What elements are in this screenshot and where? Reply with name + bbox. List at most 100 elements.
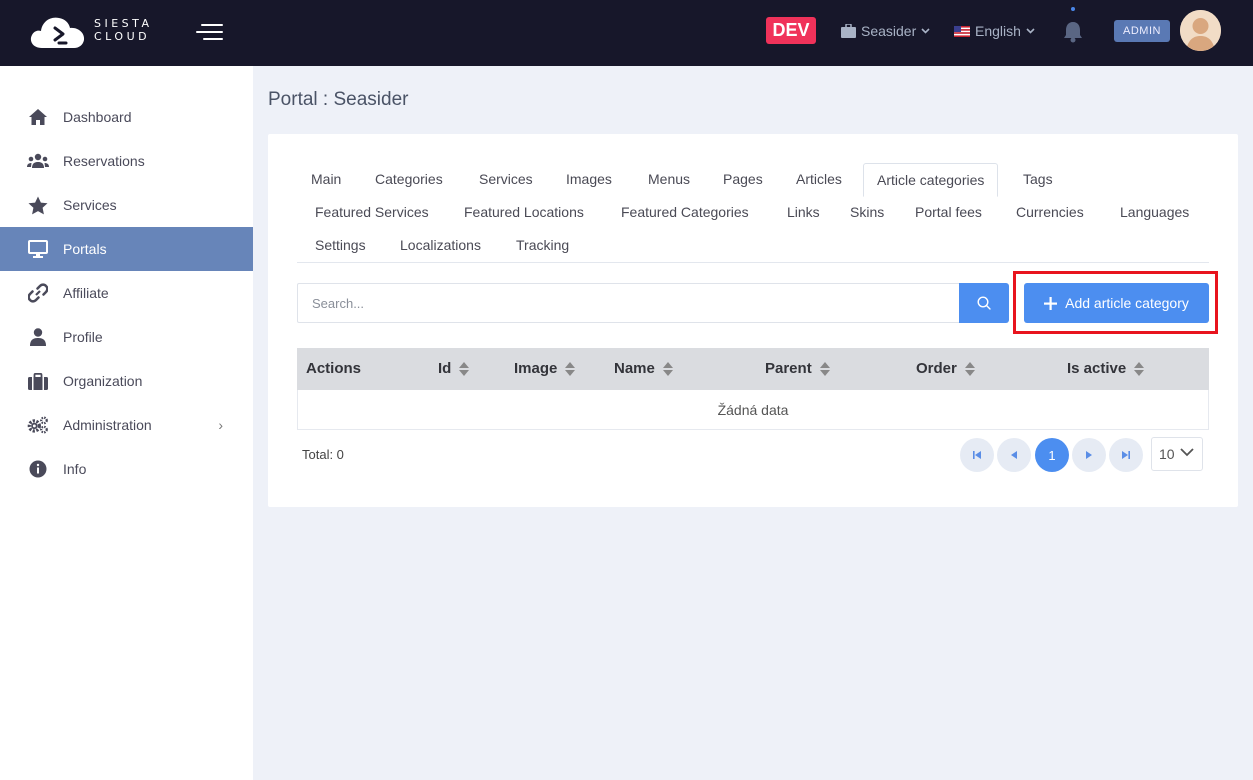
first-page-icon (973, 451, 981, 459)
column-header-is-active[interactable]: Is active (1067, 348, 1145, 390)
sidebar-item-label: Portals (63, 241, 107, 257)
tab-skins[interactable]: Skins (850, 197, 884, 227)
sidebar-item-label: Administration (63, 417, 152, 433)
sidebar-item-dashboard[interactable]: Dashboard (0, 95, 253, 139)
tab-currencies[interactable]: Currencies (1016, 197, 1084, 227)
search-input[interactable] (297, 283, 959, 323)
language-name: English (975, 23, 1021, 39)
sort-icon (459, 362, 470, 376)
logo-line-1: SIESTA (94, 17, 153, 30)
chevron-down-icon (1180, 448, 1194, 457)
sidebar-item-label: Affiliate (63, 285, 109, 301)
language-selector[interactable]: English (954, 21, 1035, 41)
sort-icon (1134, 362, 1145, 376)
sidebar-item-label: Organization (63, 373, 143, 389)
column-header-order[interactable]: Order (916, 348, 975, 390)
add-article-category-button[interactable]: Add article category (1024, 283, 1209, 323)
sidebar-item-administration[interactable]: Administration › (0, 403, 253, 447)
column-header-actions: Actions (306, 348, 361, 390)
column-header-id[interactable]: Id (438, 348, 470, 390)
tab-services[interactable]: Services (479, 164, 533, 194)
table-header: Actions Id Image Name Parent Order Is ac… (297, 348, 1209, 390)
sidebar-item-label: Profile (63, 329, 103, 345)
tab-menus[interactable]: Menus (648, 164, 690, 194)
info-icon (27, 458, 49, 480)
sort-icon (662, 362, 673, 376)
notifications-button[interactable] (1062, 18, 1084, 44)
us-flag-icon (954, 25, 970, 37)
column-header-parent[interactable]: Parent (765, 348, 830, 390)
column-label: Id (438, 360, 452, 377)
sidebar-item-portals[interactable]: Portals (0, 227, 253, 271)
bell-icon (1064, 22, 1082, 43)
column-label: Order (916, 360, 957, 377)
tab-settings[interactable]: Settings (315, 230, 366, 260)
tab-featured-categories[interactable]: Featured Categories (621, 197, 749, 227)
page-button-current[interactable]: 1 (1035, 438, 1069, 472)
link-icon (27, 282, 49, 304)
sidebar-item-reservations[interactable]: Reservations (0, 139, 253, 183)
page-title: Portal : Seasider (268, 89, 409, 110)
next-page-button[interactable] (1072, 438, 1106, 472)
tab-main[interactable]: Main (311, 164, 341, 194)
sort-icon (964, 362, 975, 376)
users-icon (27, 150, 49, 172)
organization-selector[interactable]: Seasider (841, 21, 930, 41)
column-header-name[interactable]: Name (614, 348, 673, 390)
chevron-right-icon: › (218, 417, 223, 433)
tab-portal-fees[interactable]: Portal fees (915, 197, 982, 227)
table-empty-row: Žádná data (297, 390, 1209, 430)
tab-articles[interactable]: Articles (796, 164, 842, 194)
tab-featured-locations[interactable]: Featured Locations (464, 197, 584, 227)
home-icon (27, 106, 49, 128)
plus-icon (1044, 296, 1058, 310)
search-button[interactable] (959, 283, 1009, 323)
sidebar-item-info[interactable]: Info (0, 447, 253, 491)
tab-links[interactable]: Links (787, 197, 820, 227)
tab-tags[interactable]: Tags (1023, 164, 1053, 194)
sort-icon (565, 362, 576, 376)
page-size-value: 10 (1159, 446, 1175, 462)
role-badge: ADMIN (1114, 20, 1170, 42)
sort-icon (819, 362, 830, 376)
sidebar-item-affiliate[interactable]: Affiliate (0, 271, 253, 315)
column-label: Actions (306, 360, 362, 377)
prev-page-icon (1011, 451, 1017, 459)
tab-pages[interactable]: Pages (723, 164, 763, 194)
tab-article-categories[interactable]: Article categories (863, 163, 999, 197)
tab-tracking[interactable]: Tracking (516, 230, 569, 260)
sidebar-item-organization[interactable]: Organization (0, 359, 253, 403)
sidebar-item-label: Dashboard (63, 109, 132, 125)
total-count: Total: 0 (302, 447, 344, 462)
avatar-image (1180, 10, 1221, 51)
search-icon (977, 296, 991, 310)
briefcase-icon (841, 24, 856, 38)
siesta-cloud-logo[interactable]: SIESTA CLOUD (28, 10, 158, 52)
column-label: Is active (1067, 360, 1127, 377)
tab-languages[interactable]: Languages (1120, 197, 1189, 227)
first-page-button[interactable] (960, 438, 994, 472)
env-badge: DEV (766, 17, 816, 44)
top-bar: SIESTA CLOUD DEV Seasider English ADMIN (0, 0, 1253, 66)
tab-images[interactable]: Images (566, 164, 612, 194)
sidebar: Dashboard Reservations Services Portals (0, 66, 253, 780)
next-page-icon (1086, 451, 1092, 459)
gears-icon (27, 414, 49, 436)
sidebar-item-profile[interactable]: Profile (0, 315, 253, 359)
sidebar-item-services[interactable]: Services (0, 183, 253, 227)
chevron-down-icon (921, 28, 930, 34)
tab-featured-services[interactable]: Featured Services (315, 197, 429, 227)
tab-categories[interactable]: Categories (375, 164, 443, 194)
column-header-image[interactable]: Image (514, 348, 576, 390)
user-avatar[interactable] (1180, 10, 1221, 51)
logo-line-2: CLOUD (94, 30, 151, 43)
chevron-down-icon (1026, 28, 1035, 34)
last-page-button[interactable] (1109, 438, 1143, 472)
page-size-select[interactable]: 10 (1151, 437, 1203, 471)
column-label: Image (514, 360, 558, 377)
tab-localizations[interactable]: Localizations (400, 230, 481, 260)
add-button-label: Add article category (1065, 295, 1189, 311)
menu-toggle-button[interactable] (196, 22, 224, 42)
prev-page-button[interactable] (997, 438, 1031, 472)
sidebar-item-label: Services (63, 197, 117, 213)
